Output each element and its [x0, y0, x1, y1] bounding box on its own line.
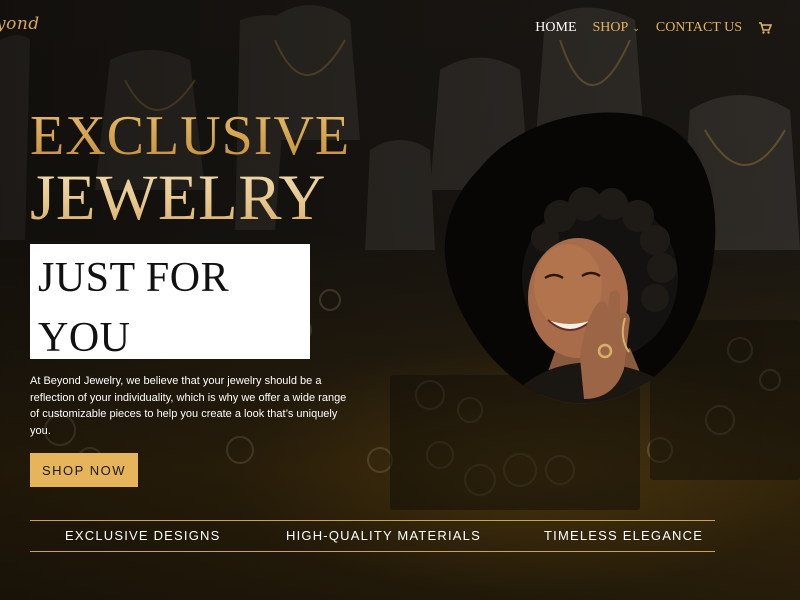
hero-subtitle-box: JUST FOR YOU	[30, 244, 310, 361]
feature-timeless-elegance: TIMELESS ELEGANCE	[544, 528, 704, 543]
shopping-cart-icon[interactable]	[758, 21, 773, 35]
shop-now-button[interactable]: SHOP NOW	[30, 453, 138, 487]
hero-title-line1: EXCLUSIVE	[30, 105, 351, 167]
hero-title-line2: JEWELRY	[30, 166, 350, 231]
nav-home-link[interactable]: HOME	[535, 20, 576, 36]
main-nav: HOME SHOP ⌄ CONTACT US	[535, 20, 773, 36]
chevron-down-icon: ⌄	[632, 22, 640, 33]
nav-contact-link[interactable]: CONTACT US	[656, 20, 742, 36]
hero-subtitle-line1: JUST FOR	[38, 255, 230, 301]
brand-logo[interactable]: yond	[0, 14, 40, 34]
feature-high-quality-materials: HIGH-QUALITY MATERIALS	[286, 528, 481, 543]
hero-description: At Beyond Jewelry, we believe that your …	[30, 375, 347, 437]
hero-portrait-image	[440, 108, 730, 408]
hero-subtitle-line2: YOU	[38, 315, 131, 361]
feature-exclusive-designs: EXCLUSIVE DESIGNS	[65, 528, 221, 543]
nav-shop-label: SHOP	[592, 20, 629, 35]
nav-shop-link[interactable]: SHOP ⌄	[593, 20, 640, 36]
features-bar: EXCLUSIVE DESIGNS HIGH-QUALITY MATERIALS…	[30, 520, 715, 552]
hero-title: EXCLUSIVE JEWELRY	[30, 105, 351, 231]
